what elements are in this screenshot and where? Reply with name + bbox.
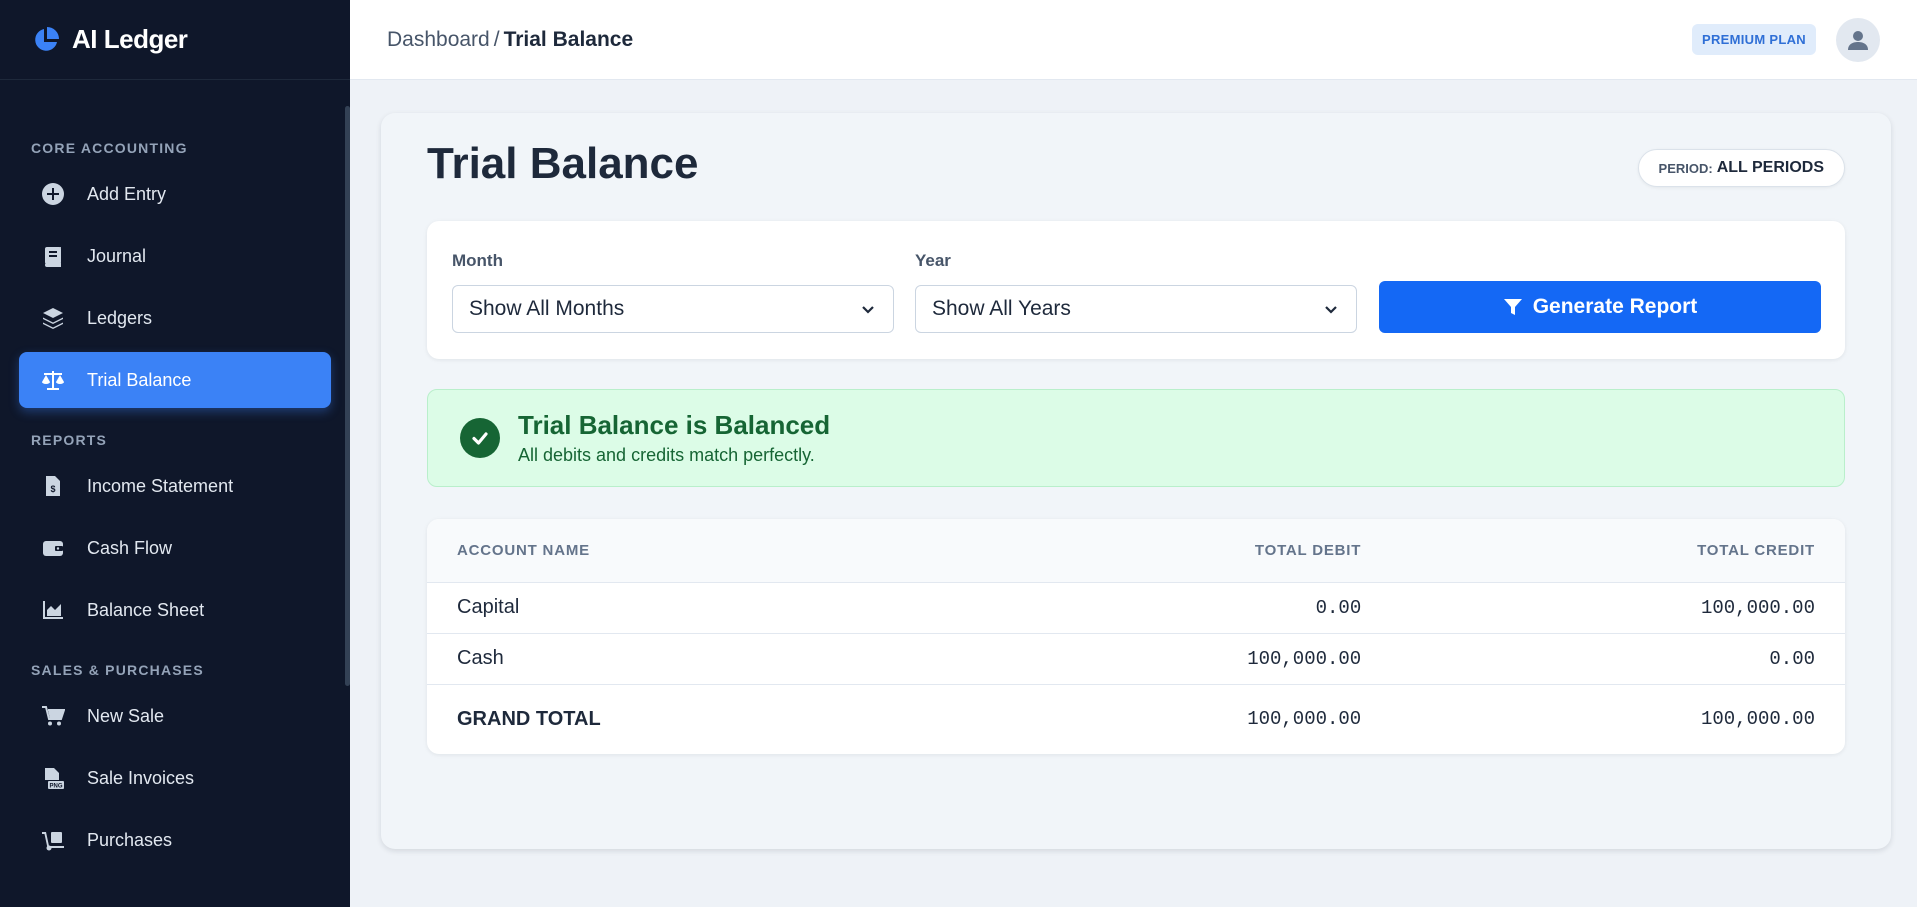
wallet-icon [41, 536, 65, 560]
month-select[interactable]: Show All Months [452, 285, 894, 333]
year-label: Year [915, 251, 951, 270]
invoice-dollar-icon: $ [41, 474, 65, 498]
breadcrumb-dashboard-link[interactable]: Dashboard [387, 28, 490, 51]
user-icon [1848, 30, 1868, 50]
period-badge: PERIOD: ALL PERIODS [1637, 149, 1845, 187]
svg-text:PNG: PNG [49, 784, 62, 790]
main-content: Trial Balance PERIOD: ALL PERIODS Month … [381, 113, 1891, 849]
sidebar-item-add-entry[interactable]: Add Entry [19, 166, 331, 222]
filter-icon [1503, 299, 1522, 315]
plan-badge: PREMIUM PLAN [1692, 24, 1816, 55]
account-name: Cash [457, 647, 504, 669]
check-circle-icon [460, 418, 500, 458]
book-icon [41, 244, 65, 268]
sidebar: AI Ledger CORE ACCOUNTING Add Entry Jour… [0, 0, 350, 907]
topbar: Dashboard / Trial Balance PREMIUM PLAN [350, 0, 1917, 80]
cart-icon [41, 704, 65, 728]
sidebar-item-journal[interactable]: Journal [19, 228, 331, 284]
sidebar-item-label: Trial Balance [87, 369, 192, 390]
year-filter: Year Show All Years [915, 251, 1357, 333]
column-header-credit: TOTAL CREDIT [1391, 519, 1845, 583]
sidebar-item-label: Journal [87, 245, 147, 266]
breadcrumb-current: Trial Balance [503, 27, 634, 51]
sidebar-scrollbar[interactable] [345, 106, 350, 686]
layers-icon [41, 306, 65, 330]
chevron-down-icon [862, 306, 874, 314]
sidebar-item-label: Balance Sheet [87, 599, 205, 620]
sidebar-item-label: Ledgers [87, 307, 153, 328]
table-header-row: ACCOUNT NAME TOTAL DEBIT TOTAL CREDIT [427, 519, 1845, 583]
table-row: Cash 100,000.00 0.00 [427, 633, 1845, 684]
breadcrumb-separator: / [493, 27, 500, 51]
plus-circle-icon [41, 182, 65, 206]
app-name: AI Ledger [72, 24, 188, 54]
period-label: PERIOD: [1658, 160, 1713, 176]
pie-chart-logo-icon [35, 26, 59, 51]
scale-icon [41, 368, 65, 392]
year-select-value: Show All Years [932, 297, 1071, 320]
total-credit: 0.00 [1769, 647, 1815, 670]
month-label: Month [452, 251, 503, 270]
breadcrumb: Dashboard / Trial Balance [387, 28, 1692, 52]
account-name: Capital [457, 596, 520, 618]
sidebar-item-purchases[interactable]: Purchases [19, 812, 331, 868]
sidebar-item-ledgers[interactable]: Ledgers [19, 290, 331, 346]
year-select[interactable]: Show All Years [915, 285, 1357, 333]
sidebar-item-label: Add Entry [87, 183, 167, 204]
sidebar-item-cash-flow[interactable]: Cash Flow [19, 520, 331, 576]
svg-text:$: $ [50, 484, 55, 494]
grand-total-debit: 100,000.00 [1247, 708, 1362, 731]
grand-total-row: GRAND TOTAL 100,000.00 100,000.00 [427, 684, 1845, 754]
sidebar-item-label: Cash Flow [87, 537, 173, 558]
sidebar-item-sale-invoices[interactable]: PNG Sale Invoices [19, 750, 331, 806]
sidebar-item-label: Purchases [87, 829, 173, 850]
grand-total-label: GRAND TOTAL [457, 707, 601, 730]
grand-total-credit: 100,000.00 [1700, 708, 1815, 731]
file-png-icon: PNG [41, 766, 65, 790]
total-debit: 0.00 [1315, 596, 1362, 619]
sidebar-item-label: Sale Invoices [87, 767, 195, 788]
dolly-icon [41, 828, 65, 852]
month-select-value: Show All Months [469, 297, 625, 320]
generate-report-label: Generate Report [1532, 295, 1698, 318]
sidebar-item-balance-sheet[interactable]: Balance Sheet [19, 582, 331, 638]
column-header-debit: TOTAL DEBIT [1079, 519, 1392, 583]
user-avatar[interactable] [1836, 17, 1880, 62]
trial-balance-table: ACCOUNT NAME TOTAL DEBIT TOTAL CREDIT Ca… [427, 519, 1845, 754]
total-credit: 100,000.00 [1700, 596, 1815, 619]
chevron-down-icon [1325, 306, 1337, 314]
sidebar-item-trial-balance[interactable]: Trial Balance [19, 352, 331, 408]
month-filter: Month Show All Months [452, 251, 894, 333]
chart-area-icon [41, 598, 65, 622]
total-debit: 100,000.00 [1247, 647, 1362, 670]
column-header-account: ACCOUNT NAME [427, 519, 1080, 583]
balanced-alert: Trial Balance is Balanced All debits and… [427, 389, 1845, 487]
brand[interactable]: AI Ledger [0, 0, 350, 80]
alert-message: All debits and credits match perfectly. [518, 445, 815, 465]
sidebar-item-label: New Sale [87, 705, 165, 726]
table-row: Capital 0.00 100,000.00 [427, 582, 1845, 633]
filter-panel: Month Show All Months Year Show All Year… [427, 221, 1845, 359]
sidebar-item-income-statement[interactable]: $ Income Statement [19, 458, 331, 514]
period-value: ALL PERIODS [1716, 159, 1824, 176]
page-title: Trial Balance [427, 139, 699, 188]
nav-heading-sales-purchases: SALES & PURCHASES [31, 662, 204, 678]
generate-report-button[interactable]: Generate Report [1379, 281, 1821, 333]
nav-heading-core-accounting: CORE ACCOUNTING [31, 140, 188, 156]
sidebar-item-new-sale[interactable]: New Sale [19, 688, 331, 744]
nav-heading-reports: REPORTS [31, 432, 108, 448]
sidebar-item-label: Income Statement [87, 475, 234, 496]
alert-title: Trial Balance is Balanced [518, 410, 831, 440]
